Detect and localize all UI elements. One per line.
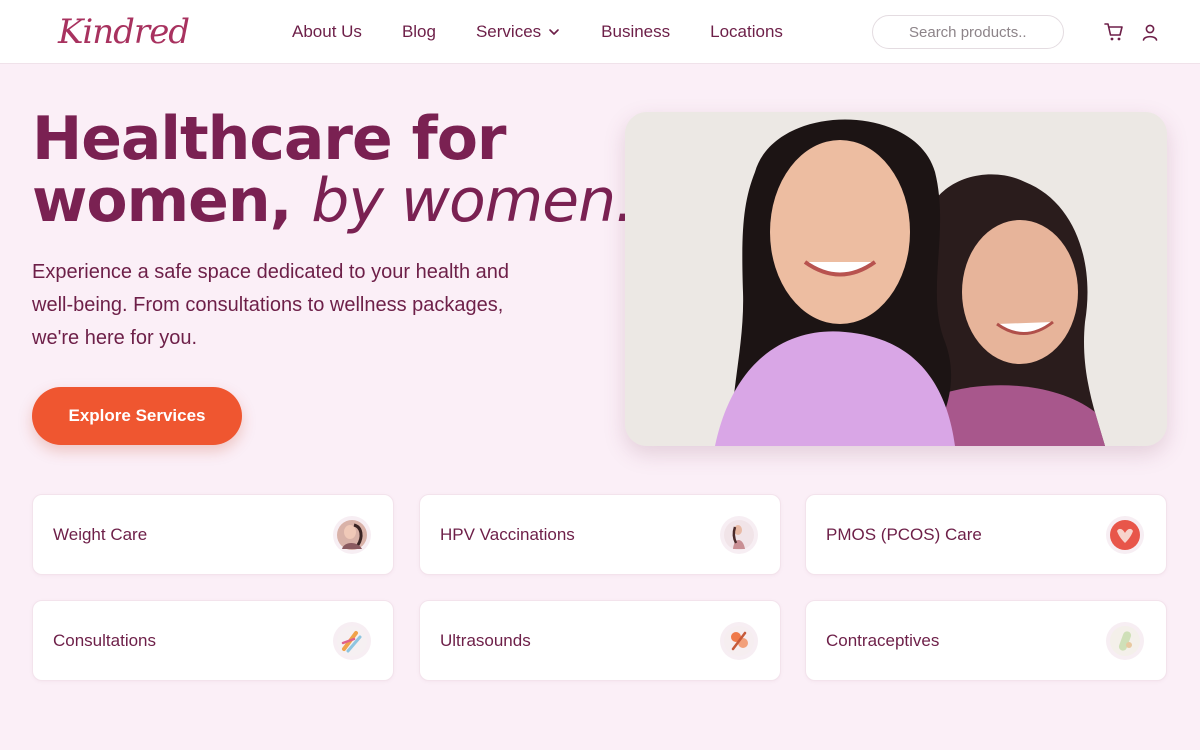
chevron-down-icon <box>547 25 561 39</box>
nav-item-label: About Us <box>292 22 362 41</box>
service-card-label: HPV Vaccinations <box>440 525 575 544</box>
brand-logo-text: Kindred <box>58 12 190 52</box>
hero-title-line-1: Healthcare for <box>32 104 507 174</box>
service-card-label: Weight Care <box>53 525 148 544</box>
main-nav: About Us Blog Services Business Location… <box>292 0 823 64</box>
hero-title-main: women, <box>32 166 292 236</box>
service-card-label: Consultations <box>53 631 157 650</box>
service-card-weight-care[interactable]: Weight Care <box>32 494 394 575</box>
cart-icon[interactable] <box>1102 20 1126 44</box>
service-card-ultrasounds[interactable]: Ultrasounds <box>419 600 781 681</box>
ultrasounds-icon <box>720 622 758 660</box>
nav-item-label: Business <box>601 22 671 41</box>
consultations-icon <box>333 622 371 660</box>
nav-item-label: Blog <box>401 22 436 41</box>
hero-description: Experience a safe space dedicated to you… <box>32 261 509 349</box>
service-card-label: PMOS (PCOS) Care <box>826 525 982 544</box>
search-input[interactable] <box>872 15 1064 49</box>
nav-item-services[interactable]: Services <box>476 22 561 42</box>
nav-item-locations[interactable]: Locations <box>710 22 783 42</box>
weight-care-icon <box>333 516 371 554</box>
service-card-label: Ultrasounds <box>440 631 531 650</box>
hero-photo <box>625 112 1167 446</box>
pmos-care-icon <box>1106 516 1144 554</box>
hero-title-line-2: women, by women. <box>32 170 634 232</box>
nav-item-label: Locations <box>710 22 783 41</box>
user-icon[interactable] <box>1138 20 1162 44</box>
hero-title-accent: by women. <box>311 166 634 236</box>
brand-logo[interactable]: Kindred <box>58 6 190 58</box>
service-card-contraceptives[interactable]: Contraceptives <box>805 600 1167 681</box>
service-card-pmos-care[interactable]: PMOS (PCOS) Care <box>805 494 1167 575</box>
service-card-consultations[interactable]: Consultations <box>32 600 394 681</box>
service-card-label: Contraceptives <box>826 631 940 650</box>
explore-services-button[interactable]: Explore Services <box>32 387 242 445</box>
site-header: Kindred About Us Blog Services Business … <box>0 0 1200 64</box>
nav-item-blog[interactable]: Blog <box>402 22 436 42</box>
nav-item-label: Services <box>475 22 542 41</box>
hpv-vaccination-icon <box>720 516 758 554</box>
nav-item-about-us[interactable]: About Us <box>292 22 362 42</box>
contraceptives-icon <box>1106 622 1144 660</box>
nav-item-business[interactable]: Business <box>601 22 670 42</box>
hero-photo-illustration <box>625 112 1167 446</box>
hero-title: Healthcare for women, by women. <box>32 104 634 232</box>
service-card-hpv-vaccinations[interactable]: HPV Vaccinations <box>419 494 781 575</box>
